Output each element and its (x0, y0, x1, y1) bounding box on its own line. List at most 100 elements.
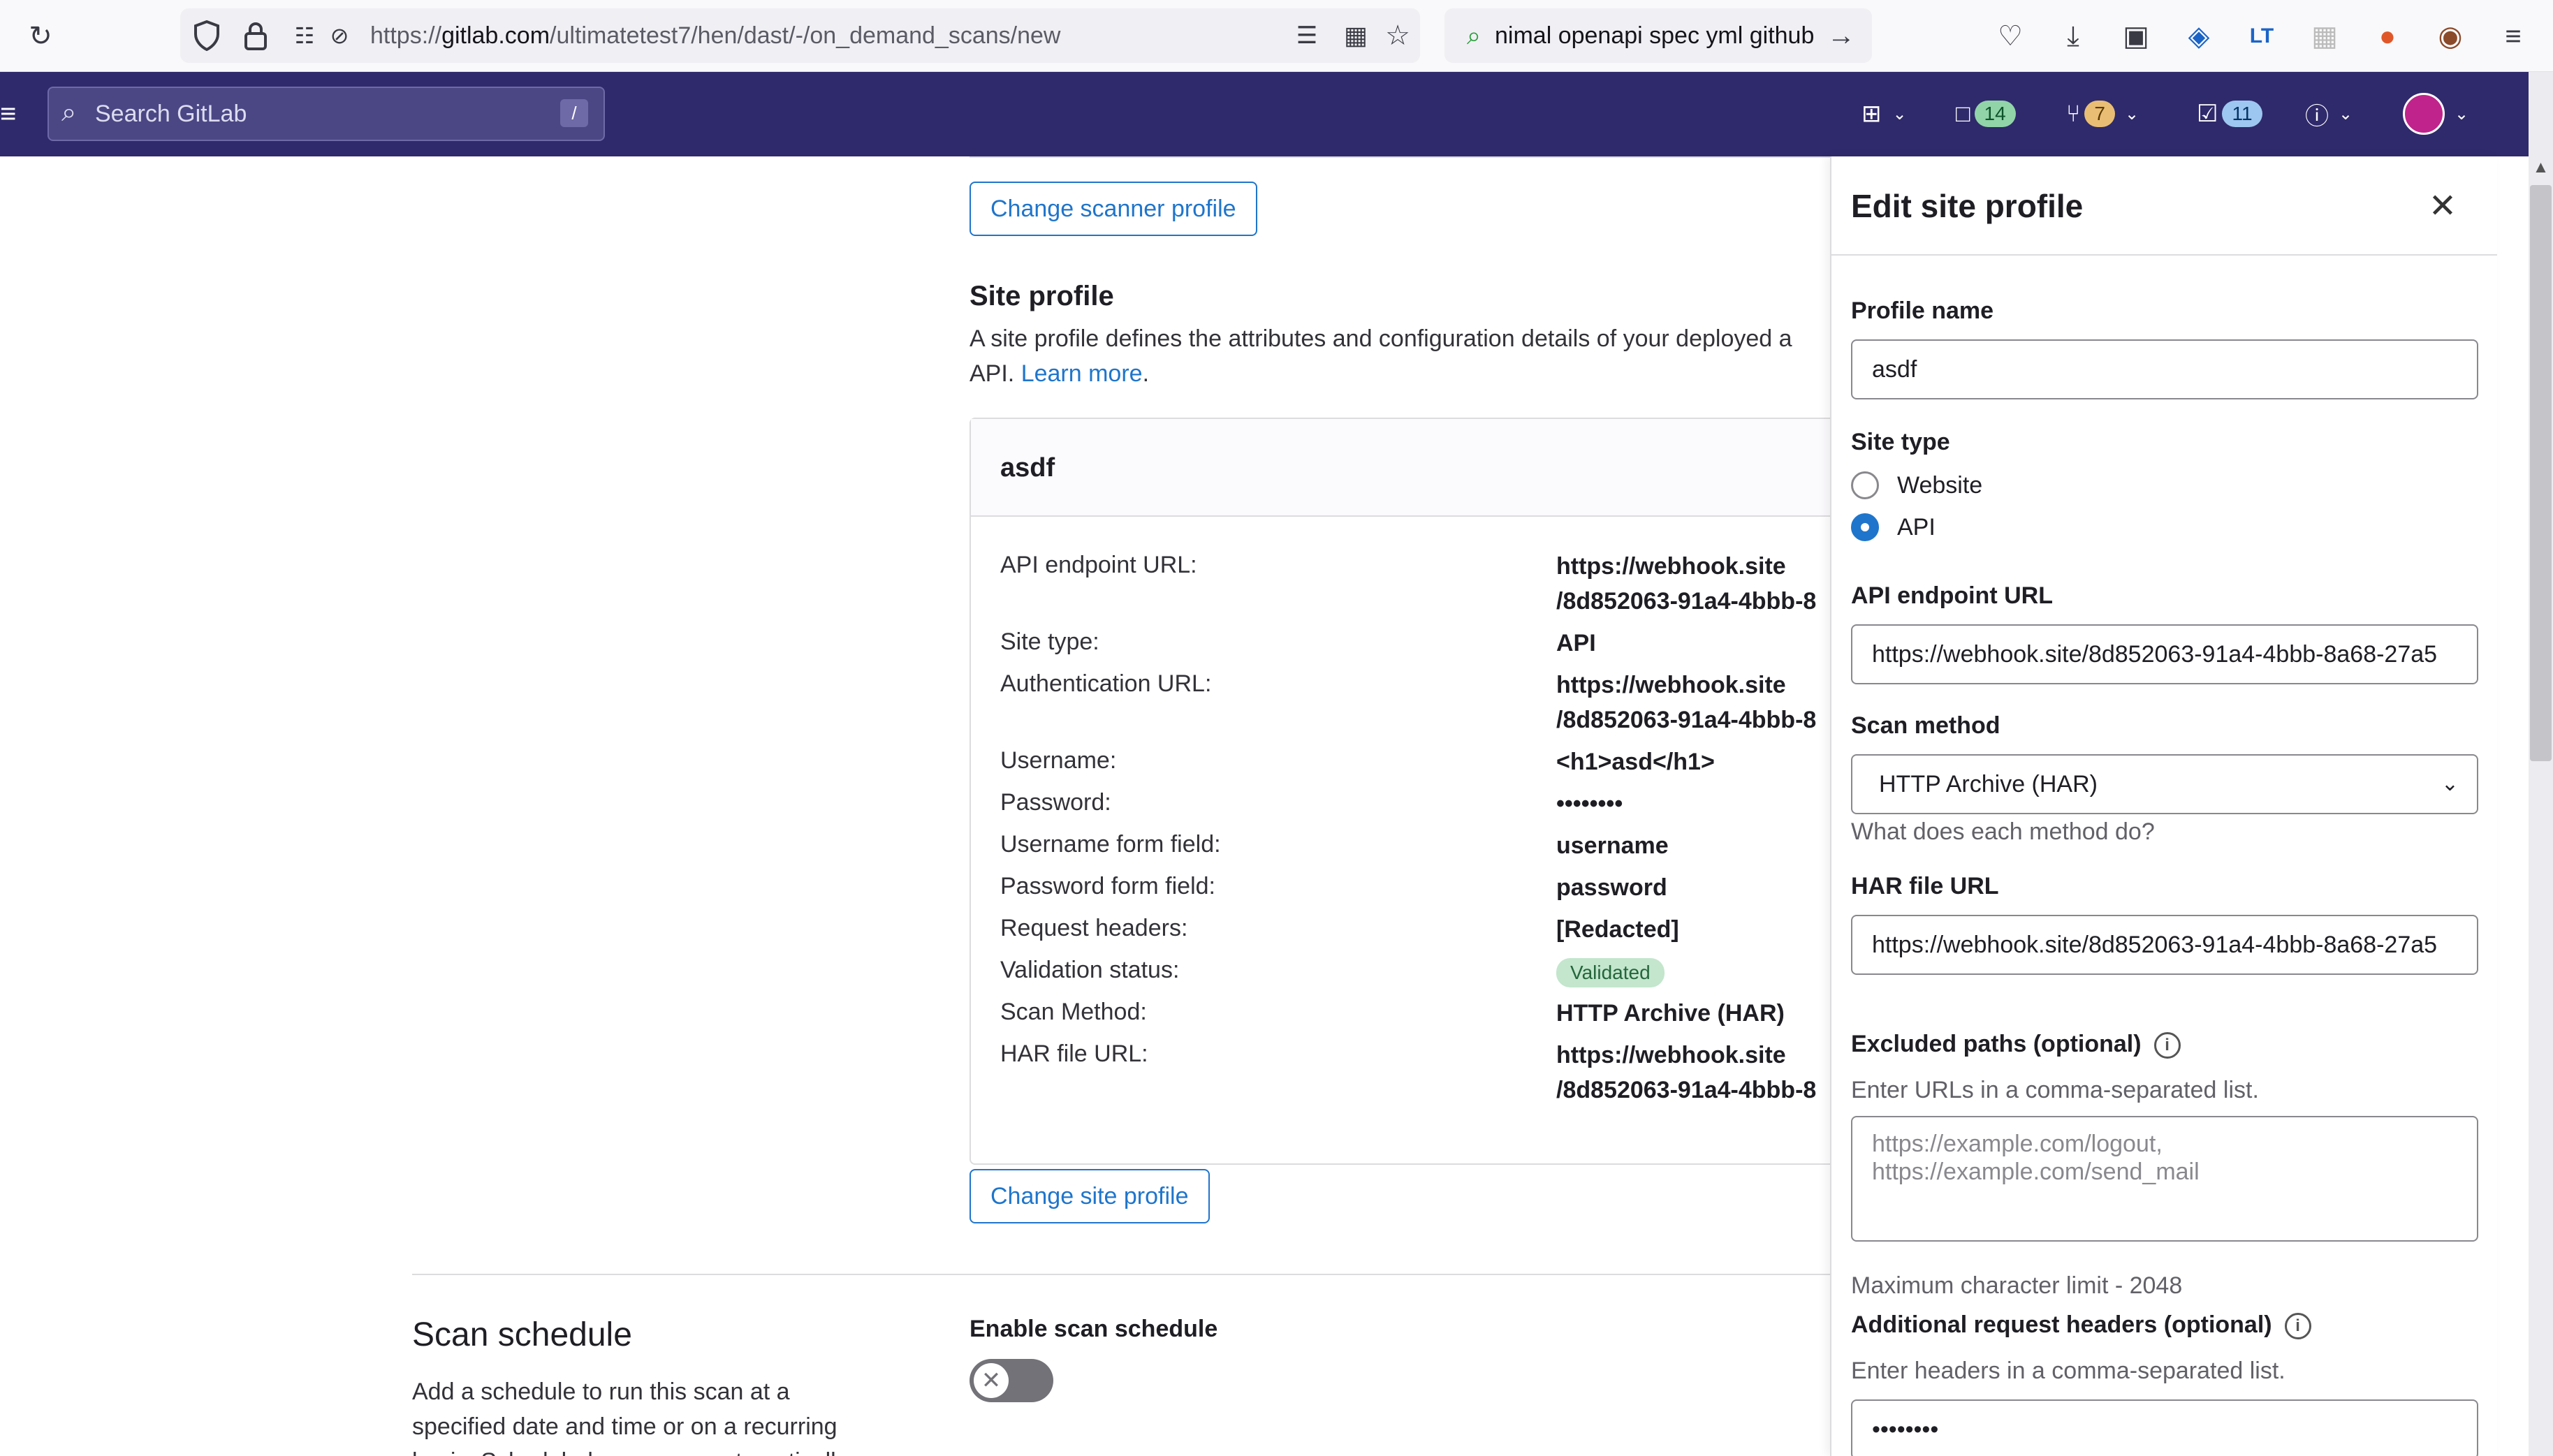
menu-icon[interactable]: ≡ (2494, 17, 2533, 56)
learn-more-link[interactable]: Learn more (1021, 360, 1143, 387)
user-menu-button[interactable]: ⌄ (2403, 93, 2468, 135)
har-url-value: https://webhook.site/8d852063-91a4-4bbb-… (1556, 1042, 1817, 1103)
chevron-down-icon: ⌄ (2455, 104, 2469, 124)
site-profile-card: asdf API endpoint URL: https://webhook.s… (970, 418, 1830, 1165)
scan-method-select[interactable]: HTTP Archive (HAR) ⌄ (1851, 754, 2478, 814)
edit-site-profile-drawer: Edit site profile ✕ Profile name asdf Si… (1830, 156, 2497, 1456)
site-type-website-radio[interactable]: Website (1851, 468, 1982, 503)
scan-method-label: Scan Method: (1000, 999, 1147, 1025)
gitlab-top-bar: ≡ ⌕ Search GitLab / ⊞ ⌄ □ 14 ⑂ 7 ⌄ ☑ 11 … (0, 72, 2529, 156)
issues-icon: □ (1956, 100, 1970, 127)
site-type-label: Site type: (1000, 628, 1099, 655)
profile-name-label: Profile name (1851, 297, 1994, 324)
tracking-blocked-icon[interactable]: ⊘ (320, 16, 359, 55)
scroll-up-icon[interactable]: ▲ (2530, 158, 2552, 179)
todos-count: 11 (2222, 101, 2262, 127)
todos-button[interactable]: ☑ 11 (2197, 93, 2262, 135)
qr-code-icon[interactable]: ▦ (1336, 16, 1375, 55)
enable-schedule-toggle[interactable]: ✕ (970, 1359, 1053, 1402)
site-type-api-radio[interactable]: API (1851, 510, 1936, 545)
issues-button[interactable]: □ 14 (1956, 93, 2016, 135)
enable-schedule-label: Enable scan schedule (970, 1316, 1218, 1342)
drawer-header: Edit site profile ✕ (1831, 156, 2497, 256)
info-icon[interactable]: i (2153, 1032, 2181, 1059)
har-url-label: HAR file URL: (1000, 1040, 1148, 1067)
url-text[interactable]: https://gitlab.com/ultimatetest7/hen/das… (370, 8, 1060, 63)
chevron-down-icon: ⌄ (1892, 104, 1907, 124)
scan-schedule-heading: Scan schedule (412, 1316, 632, 1353)
auth-url-value: https://webhook.site/8d852063-91a4-4bbb-… (1556, 672, 1817, 733)
search-icon: ⌕ (1466, 20, 1482, 50)
avatar (2403, 93, 2445, 135)
extension-grid-icon[interactable]: ▦ (2305, 17, 2344, 56)
additional-headers-input[interactable]: •••••••• (1851, 1399, 2478, 1456)
auth-url-label: Authentication URL: (1000, 670, 1212, 697)
change-site-profile-button[interactable]: Change site profile (970, 1169, 1210, 1223)
scan-method-help-link[interactable]: What does each method do? (1851, 818, 2155, 846)
reader-view-icon[interactable]: ☰ (1287, 16, 1326, 55)
card-header: asdf (971, 419, 1830, 517)
help-icon: ⓘ (2305, 103, 2329, 130)
username-field-value: username (1556, 832, 1669, 859)
char-limit-text: Maximum character limit - 2048 (1851, 1272, 2183, 1299)
card-title: asdf (1000, 453, 1055, 483)
arrow-right-icon[interactable]: → (1822, 16, 1861, 55)
username-value: <h1>asd</h1> (1556, 749, 1715, 775)
extension-lt-icon[interactable]: LT (2242, 17, 2281, 56)
api-endpoint-label: API endpoint URL: (1000, 552, 1197, 578)
shield-icon[interactable] (187, 16, 226, 55)
scan-schedule-description: Add a schedule to run this scan at a spe… (412, 1378, 848, 1456)
chevron-down-icon: ⌄ (2124, 104, 2139, 124)
url-bar[interactable]: ☷ ⊘ https://gitlab.com/ultimatetest7/hen… (180, 8, 1420, 63)
permissions-icon[interactable]: ☷ (285, 16, 324, 55)
site-profile-description: A site profile defines the attributes an… (970, 325, 1792, 387)
scan-method-value: HTTP Archive (HAR) (1556, 1000, 1785, 1027)
info-icon[interactable]: i (2284, 1313, 2311, 1340)
new-item-button[interactable]: ⊞ ⌄ (1861, 93, 1907, 135)
search-input[interactable]: ⌕ Search GitLab / (47, 87, 605, 141)
extension-shield-icon[interactable]: ◈ (2179, 17, 2218, 56)
scrollbar-thumb[interactable] (2530, 185, 2552, 761)
drawer-title: Edit site profile (1851, 188, 2084, 224)
merge-requests-button[interactable]: ⑂ 7 ⌄ (2066, 93, 2139, 135)
cookie-icon[interactable]: ◉ (2431, 17, 2470, 56)
close-icon: ✕ (974, 1363, 1009, 1398)
radio-unchecked-icon (1851, 471, 1879, 499)
lock-icon[interactable] (236, 16, 275, 55)
request-headers-label: Request headers: (1000, 915, 1188, 941)
divider (970, 156, 1830, 158)
validation-status-value: Validated (1556, 954, 1665, 989)
hamburger-icon[interactable]: ≡ (0, 93, 16, 135)
search-suggestion-text: nimal openapi spec yml github (1495, 22, 1815, 49)
change-scanner-profile-button[interactable]: Change scanner profile (970, 182, 1257, 236)
plus-square-icon: ⊞ (1861, 101, 1882, 127)
excluded-paths-textarea[interactable]: https://example.com/logout, https://exam… (1851, 1116, 2478, 1242)
close-icon[interactable]: ✕ (2423, 187, 2462, 226)
pocket-icon[interactable]: ♡ (1991, 17, 2030, 56)
help-button[interactable]: ⓘ ⌄ (2305, 93, 2353, 135)
profile-name-input[interactable]: asdf (1851, 339, 2478, 399)
download-icon[interactable]: ⤓ (2054, 17, 2093, 56)
api-endpoint-value: https://webhook.site/8d852063-91a4-4bbb-… (1556, 553, 1817, 615)
additional-headers-label: Additional request headers (optional) i (1851, 1311, 2311, 1340)
har-url-label: HAR file URL (1851, 873, 1999, 899)
excluded-paths-label: Excluded paths (optional) i (1851, 1031, 2181, 1059)
api-endpoint-label: API endpoint URL (1851, 582, 2053, 609)
extensions-icon[interactable]: ▣ (2116, 17, 2156, 56)
validated-badge: Validated (1556, 958, 1665, 987)
validation-status-label: Validation status: (1000, 957, 1180, 983)
chevron-down-icon: ⌄ (2441, 772, 2459, 795)
extension-ball-icon[interactable]: ● (2368, 17, 2407, 56)
merge-requests-count: 7 (2084, 101, 2115, 127)
bookmark-star-icon[interactable]: ☆ (1378, 16, 1417, 55)
search-suggestion[interactable]: ⌕ nimal openapi spec yml github → (1444, 8, 1872, 63)
password-field-value: password (1556, 874, 1667, 901)
section-divider (412, 1274, 1830, 1275)
har-url-input[interactable]: https://webhook.site/8d852063-91a4-4bbb-… (1851, 915, 2478, 975)
password-field-label: Password form field: (1000, 873, 1215, 899)
scan-method-label: Scan method (1851, 712, 2000, 739)
request-headers-value: [Redacted] (1556, 916, 1679, 943)
api-endpoint-input[interactable]: https://webhook.site/8d852063-91a4-4bbb-… (1851, 624, 2478, 684)
reload-icon[interactable]: ↻ (21, 17, 60, 56)
username-label: Username: (1000, 747, 1117, 774)
